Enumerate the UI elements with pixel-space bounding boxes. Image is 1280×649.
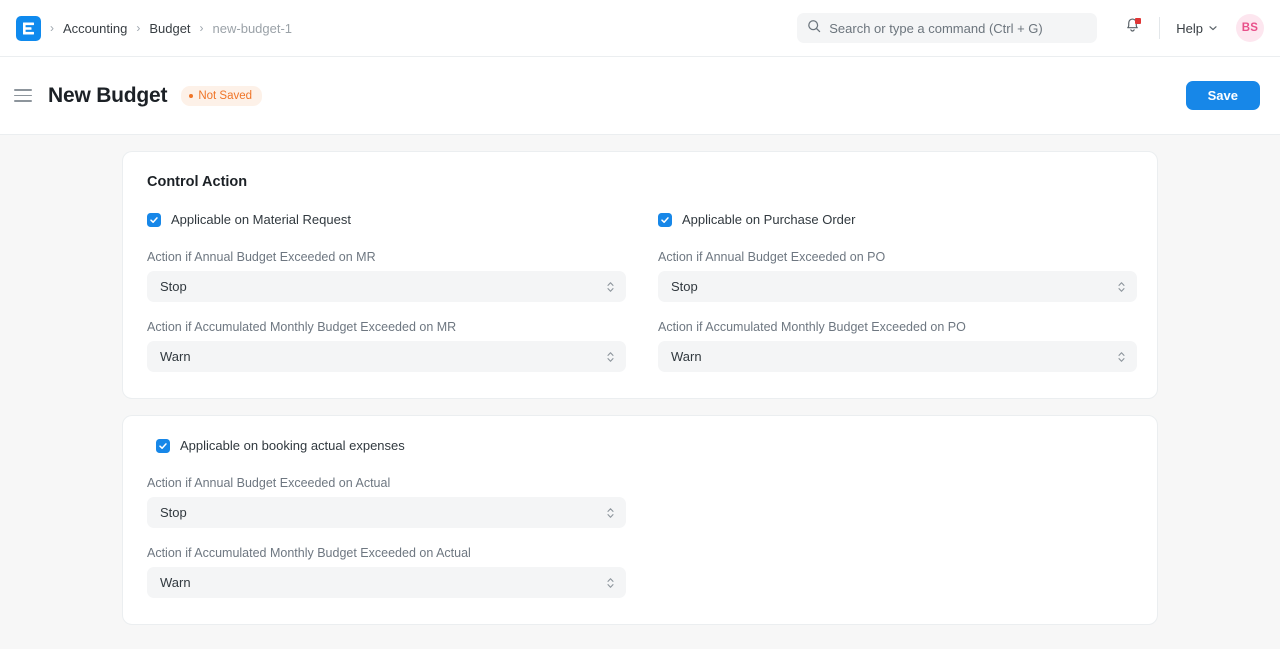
breadcrumb-separator: › bbox=[136, 22, 140, 34]
select-monthly-budget-mr[interactable]: Warn bbox=[147, 341, 626, 372]
top-navbar: › Accounting › Budget › new-budget-1 Sea… bbox=[0, 0, 1280, 57]
select-value-monthly-budget-po: Warn bbox=[671, 349, 702, 364]
checkbox-applicable-booking-actual-expenses[interactable] bbox=[156, 439, 170, 453]
notification-unread-badge bbox=[1135, 18, 1141, 24]
select-value-annual-budget-mr: Stop bbox=[160, 279, 187, 294]
field-label-annual-budget-mr: Action if Annual Budget Exceeded on MR bbox=[147, 250, 626, 264]
status-badge-dot bbox=[189, 94, 193, 98]
chevron-down-icon bbox=[1208, 21, 1218, 36]
field-label-annual-budget-actual: Action if Annual Budget Exceeded on Actu… bbox=[147, 476, 626, 490]
breadcrumb-separator: › bbox=[50, 22, 54, 34]
checkbox-applicable-material-request[interactable] bbox=[147, 213, 161, 227]
field-monthly-budget-mr: Action if Accumulated Monthly Budget Exc… bbox=[147, 320, 626, 372]
checkbox-row-purchase-order[interactable]: Applicable on Purchase Order bbox=[658, 212, 1137, 227]
select-annual-budget-po[interactable]: Stop bbox=[658, 271, 1137, 302]
select-value-monthly-budget-actual: Warn bbox=[160, 575, 191, 590]
notifications-button[interactable] bbox=[1119, 15, 1145, 41]
material-request-column: Applicable on Material Request Action if… bbox=[147, 212, 626, 372]
status-badge: Not Saved bbox=[181, 86, 262, 106]
select-value-annual-budget-actual: Stop bbox=[160, 505, 187, 520]
hamburger-menu-icon[interactable] bbox=[14, 85, 36, 107]
erpnext-logo-icon[interactable] bbox=[16, 16, 41, 41]
help-menu-button[interactable]: Help bbox=[1176, 21, 1218, 36]
chevron-updown-icon bbox=[606, 576, 615, 590]
control-action-card: Control Action Applicable on Material Re… bbox=[122, 151, 1158, 399]
field-label-monthly-budget-actual: Action if Accumulated Monthly Budget Exc… bbox=[147, 546, 626, 560]
field-monthly-budget-po: Action if Accumulated Monthly Budget Exc… bbox=[658, 320, 1137, 372]
breadcrumb-item-accounting[interactable]: Accounting bbox=[63, 21, 127, 36]
field-label-annual-budget-po: Action if Annual Budget Exceeded on PO bbox=[658, 250, 1137, 264]
field-label-monthly-budget-po: Action if Accumulated Monthly Budget Exc… bbox=[658, 320, 1137, 334]
page-header: New Budget Not Saved Save bbox=[0, 57, 1280, 135]
field-annual-budget-po: Action if Annual Budget Exceeded on PO S… bbox=[658, 250, 1137, 302]
navbar-left: › Accounting › Budget › new-budget-1 bbox=[16, 16, 292, 41]
checkbox-row-booking-actual-expenses[interactable]: Applicable on booking actual expenses bbox=[147, 438, 626, 453]
field-annual-budget-mr: Action if Annual Budget Exceeded on MR S… bbox=[147, 250, 626, 302]
search-input[interactable]: Search or type a command (Ctrl + G) bbox=[797, 13, 1097, 43]
form-content: Control Action Applicable on Material Re… bbox=[0, 135, 1280, 649]
select-monthly-budget-po[interactable]: Warn bbox=[658, 341, 1137, 372]
breadcrumb-separator: › bbox=[200, 22, 204, 34]
search-icon bbox=[807, 19, 821, 38]
purchase-order-column: Applicable on Purchase Order Action if A… bbox=[658, 212, 1137, 372]
checkbox-applicable-purchase-order[interactable] bbox=[658, 213, 672, 227]
chevron-updown-icon bbox=[606, 280, 615, 294]
select-value-annual-budget-po: Stop bbox=[671, 279, 698, 294]
checkbox-label-material-request: Applicable on Material Request bbox=[171, 212, 351, 227]
select-value-monthly-budget-mr: Warn bbox=[160, 349, 191, 364]
card-title-control-action: Control Action bbox=[147, 174, 1133, 190]
status-badge-label: Not Saved bbox=[198, 90, 252, 102]
select-monthly-budget-actual[interactable]: Warn bbox=[147, 567, 626, 598]
checkbox-row-material-request[interactable]: Applicable on Material Request bbox=[147, 212, 626, 227]
chevron-updown-icon bbox=[606, 350, 615, 364]
help-label: Help bbox=[1176, 21, 1203, 36]
breadcrumb-item-current: new-budget-1 bbox=[213, 21, 293, 36]
actual-expenses-empty-column bbox=[658, 438, 1133, 598]
navbar-right: Search or type a command (Ctrl + G) Help… bbox=[797, 13, 1264, 43]
actual-expenses-card: Applicable on booking actual expenses Ac… bbox=[122, 415, 1158, 625]
avatar-initials: BS bbox=[1242, 22, 1258, 34]
field-monthly-budget-actual: Action if Accumulated Monthly Budget Exc… bbox=[147, 546, 626, 598]
chevron-updown-icon bbox=[606, 506, 615, 520]
breadcrumb: › Accounting › Budget › new-budget-1 bbox=[41, 21, 292, 36]
chevron-updown-icon bbox=[1117, 350, 1126, 364]
control-action-grid: Applicable on Material Request Action if… bbox=[147, 212, 1133, 372]
breadcrumb-item-budget[interactable]: Budget bbox=[149, 21, 190, 36]
checkbox-label-purchase-order: Applicable on Purchase Order bbox=[682, 212, 855, 227]
checkbox-label-booking-actual-expenses: Applicable on booking actual expenses bbox=[180, 438, 405, 453]
chevron-updown-icon bbox=[1117, 280, 1126, 294]
navbar-divider bbox=[1159, 17, 1160, 39]
field-annual-budget-actual: Action if Annual Budget Exceeded on Actu… bbox=[147, 476, 626, 528]
search-placeholder: Search or type a command (Ctrl + G) bbox=[829, 21, 1043, 36]
actual-expenses-column: Applicable on booking actual expenses Ac… bbox=[147, 438, 626, 598]
user-avatar[interactable]: BS bbox=[1236, 14, 1264, 42]
save-button[interactable]: Save bbox=[1186, 81, 1260, 110]
field-label-monthly-budget-mr: Action if Accumulated Monthly Budget Exc… bbox=[147, 320, 626, 334]
page-title: New Budget bbox=[48, 84, 167, 108]
actual-expenses-grid: Applicable on booking actual expenses Ac… bbox=[147, 438, 1133, 598]
select-annual-budget-mr[interactable]: Stop bbox=[147, 271, 626, 302]
select-annual-budget-actual[interactable]: Stop bbox=[147, 497, 626, 528]
